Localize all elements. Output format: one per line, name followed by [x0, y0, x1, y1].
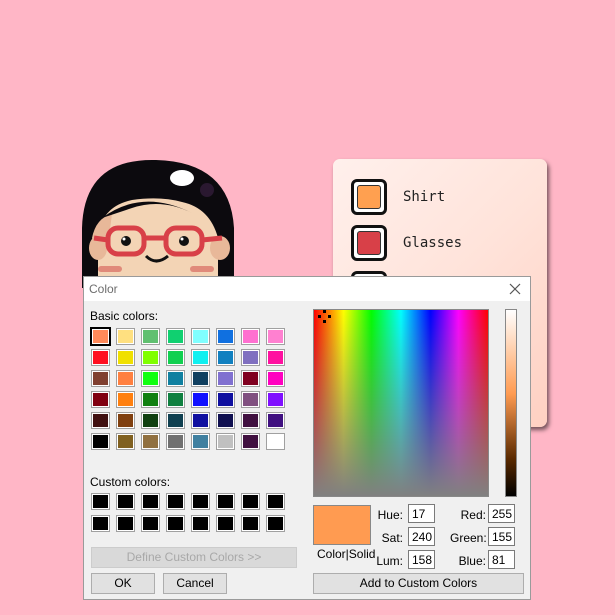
- color-spectrum[interactable]: [313, 309, 489, 497]
- ok-button[interactable]: OK: [91, 573, 155, 594]
- basic-color-swatch[interactable]: [166, 349, 185, 366]
- lum-field[interactable]: 158: [408, 550, 435, 569]
- custom-color-swatch[interactable]: [141, 493, 160, 510]
- basic-color-swatch[interactable]: [141, 370, 160, 387]
- custom-colors-label: Custom colors:: [90, 475, 171, 489]
- basic-color-swatch[interactable]: [241, 391, 260, 408]
- basic-color-swatch[interactable]: [116, 328, 135, 345]
- define-custom-colors-button[interactable]: Define Custom Colors >>: [91, 547, 297, 568]
- custom-color-swatch[interactable]: [116, 493, 135, 510]
- custom-color-swatch[interactable]: [216, 515, 235, 532]
- basic-color-swatch[interactable]: [141, 433, 160, 450]
- sat-label: Sat:: [381, 531, 403, 545]
- custom-color-swatch[interactable]: [241, 515, 260, 532]
- green-field[interactable]: 155: [488, 527, 515, 546]
- basic-color-swatch[interactable]: [116, 433, 135, 450]
- basic-color-swatch[interactable]: [141, 349, 160, 366]
- dialog-title: Color: [89, 282, 118, 296]
- add-to-custom-colors-button[interactable]: Add to Custom Colors: [313, 573, 524, 594]
- basic-color-swatch[interactable]: [241, 433, 260, 450]
- basic-color-swatch[interactable]: [141, 412, 160, 429]
- basic-color-swatch[interactable]: [191, 391, 210, 408]
- lum-label: Lum:: [376, 554, 403, 568]
- basic-color-swatch[interactable]: [91, 412, 110, 429]
- option-glasses[interactable]: Glasses: [351, 225, 462, 261]
- option-label: Glasses: [403, 235, 463, 251]
- close-icon[interactable]: [506, 280, 524, 298]
- basic-color-swatch[interactable]: [266, 391, 285, 408]
- custom-color-swatch[interactable]: [266, 515, 285, 532]
- basic-color-swatch[interactable]: [216, 349, 235, 366]
- basic-color-swatch[interactable]: [241, 412, 260, 429]
- basic-color-swatch[interactable]: [241, 349, 260, 366]
- title-bar: Color: [84, 277, 530, 301]
- color-dialog: Color Basic colors: Custom colors: Defin…: [83, 276, 531, 600]
- sat-field[interactable]: 240: [408, 527, 435, 546]
- shirt-swatch[interactable]: [351, 179, 387, 215]
- basic-color-swatch[interactable]: [266, 349, 285, 366]
- basic-color-swatch[interactable]: [90, 327, 111, 346]
- basic-color-swatch[interactable]: [266, 433, 285, 450]
- basic-color-swatch[interactable]: [216, 328, 235, 345]
- custom-color-swatch[interactable]: [216, 493, 235, 510]
- green-label: Green:: [450, 531, 487, 545]
- basic-color-swatch[interactable]: [191, 370, 210, 387]
- basic-color-swatch[interactable]: [91, 349, 110, 366]
- basic-color-swatch[interactable]: [116, 412, 135, 429]
- basic-color-swatch[interactable]: [141, 391, 160, 408]
- option-label: Shirt: [403, 189, 446, 205]
- basic-color-swatch[interactable]: [266, 328, 285, 345]
- basic-color-swatch[interactable]: [166, 391, 185, 408]
- color-solid-label: Color|Solid: [317, 547, 376, 561]
- color-solid-preview: [313, 505, 371, 545]
- basic-color-swatch[interactable]: [216, 433, 235, 450]
- basic-color-swatch[interactable]: [266, 370, 285, 387]
- custom-color-swatch[interactable]: [91, 493, 110, 510]
- basic-color-swatch[interactable]: [91, 370, 110, 387]
- custom-color-swatch[interactable]: [166, 515, 185, 532]
- hue-field[interactable]: 17: [408, 504, 435, 523]
- glasses-swatch[interactable]: [351, 225, 387, 261]
- basic-color-swatch[interactable]: [191, 328, 210, 345]
- basic-color-swatch[interactable]: [191, 349, 210, 366]
- basic-color-swatch[interactable]: [141, 328, 160, 345]
- basic-color-swatch[interactable]: [116, 349, 135, 366]
- custom-color-swatch[interactable]: [141, 515, 160, 532]
- basic-color-swatch[interactable]: [116, 370, 135, 387]
- basic-color-swatch[interactable]: [216, 370, 235, 387]
- red-label: Red:: [460, 508, 486, 522]
- custom-color-swatch[interactable]: [166, 493, 185, 510]
- basic-color-swatch[interactable]: [91, 433, 110, 450]
- basic-color-swatch[interactable]: [166, 433, 185, 450]
- cancel-button[interactable]: Cancel: [163, 573, 227, 594]
- custom-color-swatch[interactable]: [91, 515, 110, 532]
- blue-field[interactable]: 81: [488, 550, 515, 569]
- basic-color-swatch[interactable]: [266, 412, 285, 429]
- custom-color-swatch[interactable]: [241, 493, 260, 510]
- basic-color-swatch[interactable]: [191, 412, 210, 429]
- custom-color-swatch[interactable]: [191, 493, 210, 510]
- basic-color-swatch[interactable]: [166, 370, 185, 387]
- basic-color-swatch[interactable]: [216, 412, 235, 429]
- basic-color-swatch[interactable]: [191, 433, 210, 450]
- crosshair-icon: [318, 310, 331, 323]
- custom-color-swatch[interactable]: [116, 515, 135, 532]
- hue-label: Hue:: [377, 508, 403, 522]
- luminance-slider[interactable]: [505, 309, 517, 497]
- basic-color-swatch[interactable]: [166, 328, 185, 345]
- basic-colors-label: Basic colors:: [90, 309, 159, 323]
- basic-color-swatch[interactable]: [116, 391, 135, 408]
- red-field[interactable]: 255: [488, 504, 515, 523]
- basic-color-swatch[interactable]: [241, 328, 260, 345]
- avatar-character: [82, 159, 234, 288]
- custom-color-swatch[interactable]: [266, 493, 285, 510]
- basic-color-swatch[interactable]: [166, 412, 185, 429]
- blue-label: Blue:: [458, 554, 486, 568]
- custom-color-swatch[interactable]: [191, 515, 210, 532]
- basic-color-swatch[interactable]: [241, 370, 260, 387]
- option-shirt[interactable]: Shirt: [351, 179, 445, 215]
- basic-color-swatch[interactable]: [216, 391, 235, 408]
- hair-highlight: [170, 170, 194, 186]
- basic-color-swatch[interactable]: [91, 391, 110, 408]
